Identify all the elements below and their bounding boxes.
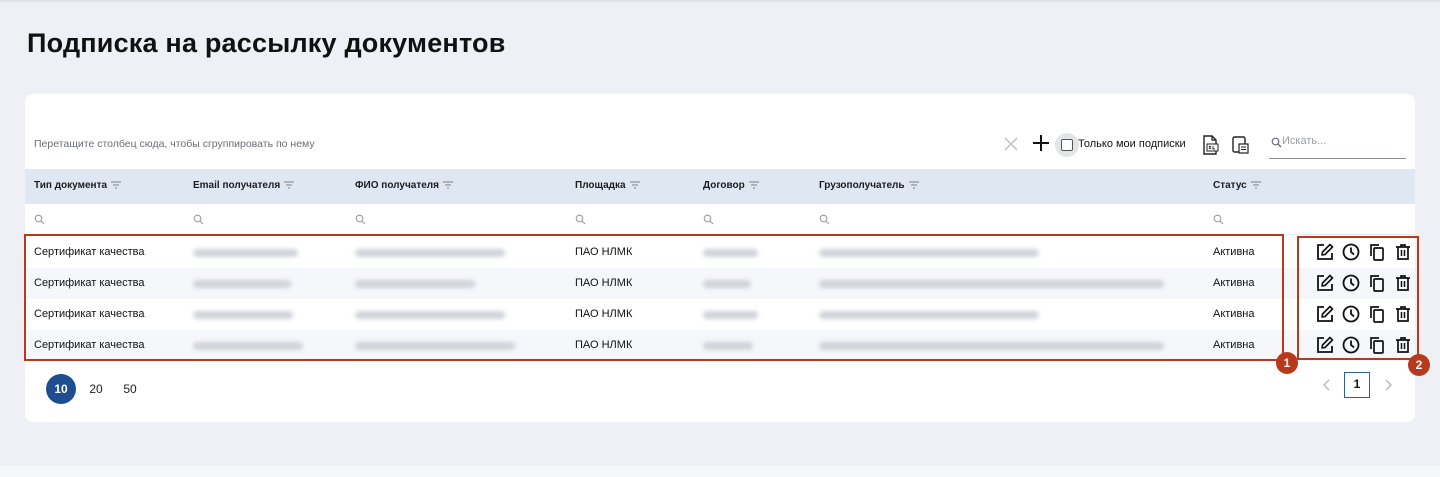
column-search-icon[interactable] (193, 214, 204, 225)
plus-icon (1033, 135, 1049, 151)
page-size-10[interactable]: 10 (46, 374, 76, 404)
filter-icon[interactable] (284, 181, 295, 189)
column-header-status[interactable]: Статус (1213, 180, 1261, 191)
column-label: ФИО получателя (355, 180, 439, 191)
export-excel-button[interactable] (1201, 135, 1219, 160)
pager-prev-button[interactable] (1317, 375, 1337, 395)
column-header-site[interactable]: Площадка (575, 180, 640, 191)
filter-icon[interactable] (1250, 181, 1261, 189)
column-search-icon[interactable] (355, 214, 366, 225)
column-header-contract[interactable]: Договор (703, 180, 759, 191)
export-xls-icon (1203, 135, 1219, 155)
column-label: Договор (703, 180, 745, 191)
highlight-frame-rows (24, 234, 1284, 361)
page-size-50[interactable]: 50 (115, 374, 145, 404)
clear-filters-button[interactable] (1001, 134, 1021, 154)
table-header: Тип документа Email получателя ФИО получ… (25, 169, 1415, 204)
only-my-subscriptions-label[interactable]: Только мои подписки (1078, 138, 1186, 150)
column-label: Тип документа (34, 180, 108, 191)
column-header-fio[interactable]: ФИО получателя (355, 180, 453, 191)
column-search-icon[interactable] (703, 214, 714, 225)
export-list-button[interactable] (1231, 135, 1249, 160)
column-label: Статус (1213, 180, 1247, 191)
column-search-icon[interactable] (34, 214, 45, 225)
chevron-right-icon (1385, 379, 1393, 391)
column-label: Грузополучатель (819, 180, 905, 191)
column-header-doc-type[interactable]: Тип документа (34, 180, 122, 191)
filter-row (25, 204, 1415, 235)
top-divider (0, 0, 1440, 2)
column-search-icon[interactable] (1213, 214, 1224, 225)
pager-next-button[interactable] (1378, 375, 1398, 395)
column-header-email[interactable]: Email получателя (193, 180, 295, 191)
filter-icon[interactable] (748, 181, 759, 189)
column-search-icon[interactable] (575, 214, 586, 225)
chevron-left-icon (1322, 379, 1330, 391)
pager-page-1[interactable]: 1 (1344, 372, 1370, 398)
close-icon (1004, 137, 1018, 151)
group-panel-hint: Перетащите столбец сюда, чтобы сгруппиро… (34, 138, 315, 150)
footer-band (0, 466, 1440, 477)
column-label: Email получателя (193, 180, 281, 191)
search-input[interactable] (1282, 135, 1400, 147)
annotation-badge-2: 2 (1408, 354, 1430, 376)
filter-icon[interactable] (111, 181, 122, 189)
column-search-icon[interactable] (819, 214, 830, 225)
export-list-icon (1232, 136, 1249, 154)
only-my-subscriptions-checkbox[interactable] (1055, 133, 1079, 157)
filter-icon[interactable] (442, 181, 453, 189)
column-header-consignee[interactable]: Грузополучатель (819, 180, 919, 191)
highlight-frame-actions (1297, 236, 1419, 360)
page-title: Подписка на рассылку документов (27, 28, 506, 58)
add-subscription-button[interactable] (1030, 132, 1052, 154)
filter-icon[interactable] (629, 181, 640, 189)
annotation-badge-1: 1 (1276, 352, 1298, 374)
grid-search (1269, 132, 1406, 159)
filter-icon[interactable] (908, 181, 919, 189)
grid-toolbar: Перетащите столбец сюда, чтобы сгруппиро… (25, 132, 1415, 159)
checkbox-box (1061, 139, 1073, 151)
search-icon (1271, 137, 1282, 148)
page-size-20[interactable]: 20 (81, 374, 111, 404)
column-label: Площадка (575, 180, 626, 191)
